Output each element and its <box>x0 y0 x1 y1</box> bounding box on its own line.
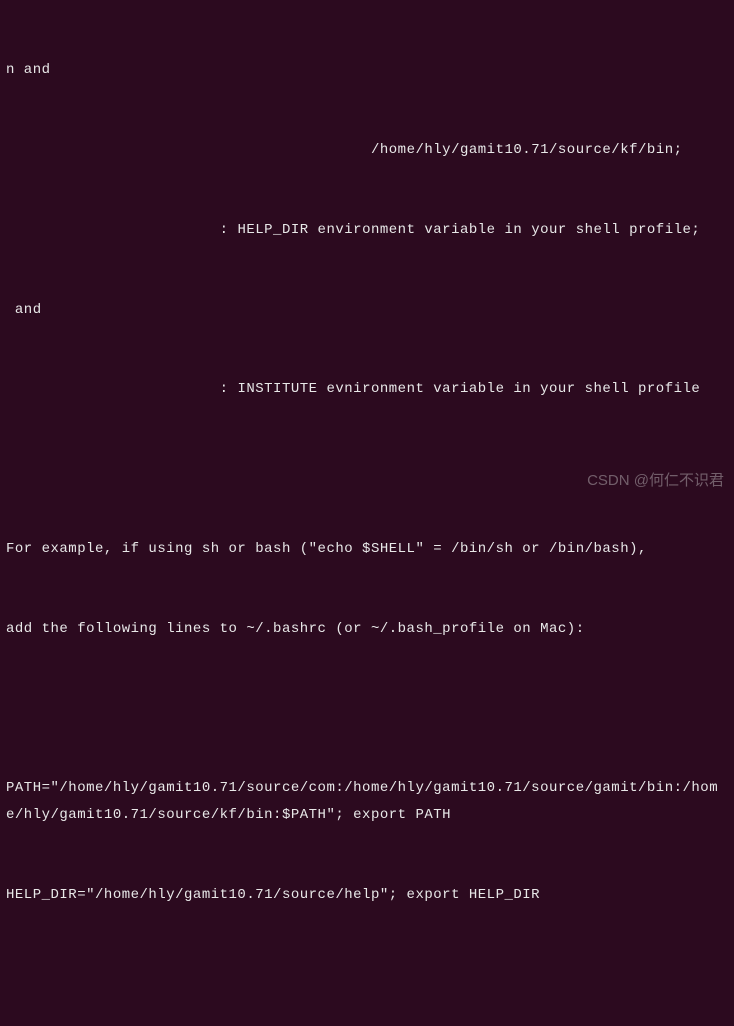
terminal-line: add the following lines to ~/.bashrc (or… <box>6 616 728 643</box>
terminal-line: /home/hly/gamit10.71/source/kf/bin; <box>6 137 728 164</box>
terminal-line: : INSTITUTE evnironment variable in your… <box>6 376 728 403</box>
watermark: CSDN @何仁不识君 <box>587 467 724 496</box>
terminal-line <box>6 695 728 722</box>
terminal-line <box>6 961 728 988</box>
terminal-line: For example, if using sh or bash ("echo … <box>6 536 728 563</box>
terminal-line: and <box>6 297 728 324</box>
terminal-line: : HELP_DIR environment variable in your … <box>6 217 728 244</box>
terminal-line: HELP_DIR="/home/hly/gamit10.71/source/he… <box>6 882 728 909</box>
terminal-line: PATH="/home/hly/gamit10.71/source/com:/h… <box>6 775 728 828</box>
terminal-line: n and <box>6 57 728 84</box>
terminal-output[interactable]: n and /home/hly/gamit10.71/source/kf/bin… <box>6 4 728 1026</box>
